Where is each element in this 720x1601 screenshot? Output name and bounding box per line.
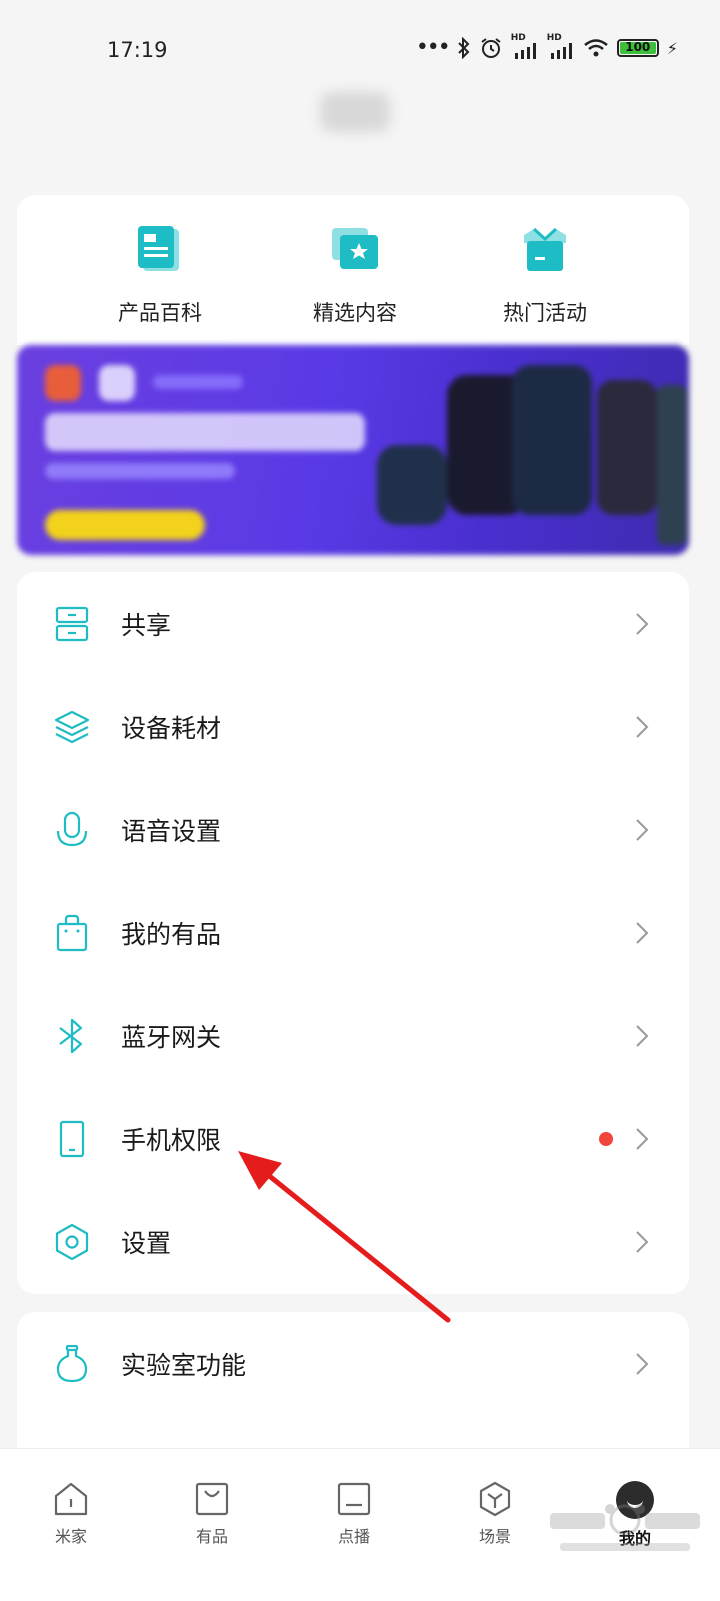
- menu-item-label: 语音设置: [121, 817, 222, 846]
- hd-label-2: HD: [546, 33, 562, 43]
- battery-level: 100: [625, 40, 651, 54]
- settings-menu-card: 共享 设备耗材 语音设置 我的有品 蓝牙网关 手机权限 设置: [17, 572, 689, 1294]
- more-dots-icon: •••: [415, 35, 451, 60]
- tab-label: 米家: [54, 1527, 87, 1546]
- status-time: 17:19: [107, 38, 168, 62]
- settings-hexagon-icon: [55, 1223, 89, 1261]
- tab-label: 有品: [195, 1527, 228, 1546]
- bluetooth-icon: [59, 1018, 83, 1054]
- bag-icon: [195, 1482, 229, 1516]
- featured-content-icon: [332, 228, 378, 269]
- quick-link-label: 精选内容: [313, 301, 397, 325]
- home-icon: [54, 1482, 88, 1516]
- chevron-right-icon: [636, 1231, 649, 1253]
- user-name-blurred: [320, 92, 390, 132]
- tab-label: 场景: [478, 1527, 511, 1546]
- hd-label-1: HD: [510, 33, 526, 43]
- watermark-logo: [550, 1504, 700, 1551]
- quick-link-popular-events[interactable]: 热门活动: [455, 225, 635, 327]
- scene-cube-icon: [479, 1481, 511, 1517]
- menu-item-my-youpin[interactable]: 我的有品: [17, 881, 689, 984]
- menu-item-lab-features[interactable]: 实验室功能: [17, 1312, 689, 1415]
- tab-on-demand[interactable]: 点播: [309, 1481, 399, 1547]
- menu-item-label: 实验室功能: [121, 1351, 247, 1380]
- battery-icon: 100: [616, 39, 659, 57]
- notification-dot-badge: [599, 1132, 613, 1146]
- status-bar: 17:19 ••• HD HD 100 ⚡: [0, 0, 720, 100]
- chevron-right-icon: [636, 716, 649, 738]
- lab-features-card: 实验室功能: [17, 1312, 689, 1462]
- menu-item-share[interactable]: 共享: [17, 572, 689, 675]
- chevron-right-icon: [636, 819, 649, 841]
- tab-label: 点播: [337, 1527, 370, 1546]
- menu-item-label: 蓝牙网关: [121, 1023, 222, 1052]
- chevron-right-icon: [636, 922, 649, 944]
- chevron-right-icon: [636, 1025, 649, 1047]
- signal-1-icon: HD: [511, 33, 539, 59]
- popular-events-icon: [524, 227, 566, 271]
- promo-banner[interactable]: [17, 345, 689, 555]
- shopping-bag-icon: [56, 914, 88, 952]
- layers-icon: [54, 710, 90, 744]
- quick-link-label: 热门活动: [503, 301, 587, 325]
- chevron-right-icon: [636, 1353, 649, 1375]
- wifi-icon: [583, 39, 608, 57]
- menu-item-label: 手机权限: [121, 1126, 222, 1155]
- menu-item-label: 设备耗材: [121, 714, 222, 743]
- menu-item-settings[interactable]: 设置: [17, 1190, 689, 1293]
- menu-item-voice-settings[interactable]: 语音设置: [17, 778, 689, 881]
- microphone-icon: [56, 811, 88, 847]
- flask-icon: [56, 1345, 88, 1383]
- alarm-icon: [481, 38, 501, 58]
- chevron-right-icon: [636, 1128, 649, 1150]
- menu-item-label: 共享: [121, 611, 172, 640]
- tab-youpin[interactable]: 有品: [167, 1481, 257, 1547]
- tab-mijia[interactable]: 米家: [26, 1481, 116, 1547]
- tab-scenes[interactable]: 场景: [450, 1481, 540, 1547]
- menu-item-label: 我的有品: [121, 920, 222, 949]
- quick-link-featured-content[interactable]: 精选内容: [265, 225, 445, 327]
- phone-icon: [59, 1120, 85, 1158]
- share-icon: [55, 606, 89, 642]
- quick-links-card: 产品百科 精选内容 热门活动: [17, 195, 689, 345]
- product-encyclopedia-icon: [138, 226, 179, 271]
- quick-link-product-encyclopedia[interactable]: 产品百科: [70, 225, 250, 327]
- status-icons: ••• HD HD 100 ⚡: [415, 33, 678, 60]
- menu-item-label: 设置: [121, 1229, 172, 1258]
- bluetooth-status-icon: [458, 37, 470, 59]
- signal-2-icon: HD: [547, 33, 575, 59]
- quick-link-label: 产品百科: [118, 301, 202, 325]
- chevron-right-icon: [636, 613, 649, 635]
- media-icon: [337, 1482, 371, 1516]
- menu-item-bluetooth-gateway[interactable]: 蓝牙网关: [17, 984, 689, 1087]
- menu-item-phone-permissions[interactable]: 手机权限: [17, 1087, 689, 1190]
- menu-item-device-consumables[interactable]: 设备耗材: [17, 675, 689, 778]
- charging-bolt-icon: ⚡: [666, 38, 678, 58]
